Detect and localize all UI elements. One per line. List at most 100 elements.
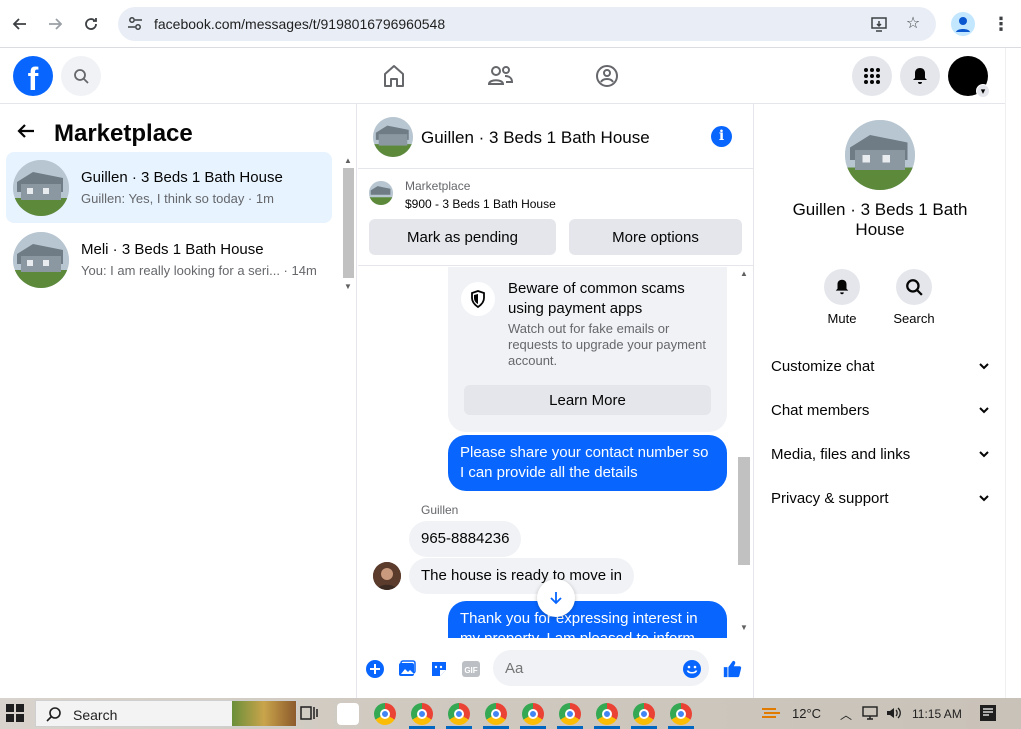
mute-button[interactable]: Mute (812, 269, 872, 326)
marketplace-label: Marketplace (405, 179, 471, 193)
search-highlight-image (232, 701, 296, 726)
chrome-icon[interactable] (485, 703, 507, 725)
app-icon[interactable] (337, 703, 359, 725)
facebook-logo[interactable]: f (13, 56, 53, 96)
bell-icon[interactable] (824, 269, 860, 305)
search-icon (46, 707, 61, 722)
search-label: Search (893, 311, 935, 326)
svg-text:GIF: GIF (464, 666, 477, 675)
page-scrollbar[interactable] (1005, 48, 1021, 698)
message-bubble-incoming[interactable]: 965-8884236 (409, 521, 522, 557)
photo-icon[interactable] (397, 659, 417, 679)
media-files-links-row[interactable]: Media, files and links (771, 442, 991, 466)
gif-icon[interactable]: GIF (461, 659, 481, 679)
chrome-icon[interactable] (374, 703, 396, 725)
chrome-icon[interactable] (596, 703, 618, 725)
chevron-down-icon (979, 451, 989, 458)
chevron-down-icon (979, 407, 989, 414)
info-icon[interactable]: i (711, 126, 732, 147)
chrome-icon[interactable] (633, 703, 655, 725)
notification-center-icon[interactable] (980, 705, 996, 721)
chrome-icon[interactable] (411, 703, 433, 725)
scrollbar-thumb[interactable] (738, 457, 750, 565)
message-bubble-outgoing[interactable]: Please share your contact number so I ca… (448, 435, 727, 491)
chat-scrollbar[interactable]: ▲ ▼ (736, 267, 752, 638)
network-icon[interactable] (862, 705, 878, 721)
reload-icon[interactable] (79, 12, 103, 36)
install-app-icon[interactable] (870, 15, 888, 33)
learn-more-button[interactable]: Learn More (464, 385, 711, 415)
chat-members-row[interactable]: Chat members (771, 398, 991, 422)
search-in-conversation-button[interactable]: Search (884, 269, 944, 326)
forward-icon[interactable] (43, 12, 67, 36)
back-arrow-icon[interactable] (16, 121, 40, 147)
message-bubble-outgoing[interactable]: Thank you for expressing interest in my … (448, 601, 727, 638)
search-icon[interactable] (61, 56, 101, 96)
scrollbar-thumb[interactable] (343, 168, 354, 278)
chrome-icon[interactable] (522, 703, 544, 725)
message-bubble-incoming[interactable]: The house is ready to move in (409, 558, 634, 594)
chrome-icon[interactable] (559, 703, 581, 725)
back-icon[interactable] (8, 12, 32, 36)
house-thumbnail (13, 160, 69, 216)
chat-title[interactable]: Guillen · 3 Beds 1 Bath House (421, 128, 650, 148)
conversation-item[interactable]: Guillen · 3 Beds 1 Bath House Guillen: Y… (6, 152, 332, 223)
scroll-to-bottom-button[interactable] (537, 579, 575, 617)
windows-taskbar: Search 12°C ︿ 11:15 AM (0, 698, 1021, 729)
chevron-down-icon[interactable]: ▾ (976, 84, 990, 98)
site-settings-icon[interactable] (126, 15, 144, 33)
customize-chat-row[interactable]: Customize chat (771, 354, 991, 378)
account-avatar[interactable]: ▾ (948, 56, 990, 98)
row-label: Customize chat (771, 357, 875, 375)
groups-icon[interactable] (591, 60, 623, 92)
notifications-bell-icon[interactable] (900, 56, 940, 96)
search-icon[interactable] (896, 269, 932, 305)
chat-avatar[interactable] (373, 117, 413, 157)
scroll-down-icon[interactable]: ▼ (344, 282, 352, 291)
scroll-up-icon[interactable]: ▲ (740, 269, 748, 278)
listing-title[interactable]: $900 - 3 Beds 1 Bath House (405, 197, 556, 211)
menu-grid-icon[interactable] (852, 56, 892, 96)
add-icon[interactable] (365, 659, 385, 679)
friends-icon[interactable] (484, 60, 516, 92)
task-view-icon[interactable] (300, 704, 318, 722)
url-text[interactable]: facebook.com/messages/t/9198016796960548 (154, 16, 445, 32)
like-thumb-icon[interactable] (722, 659, 742, 679)
more-options-button[interactable]: More options (569, 219, 742, 255)
browser-menu-icon[interactable]: ⋮ (992, 12, 1010, 36)
temperature[interactable]: 12°C (792, 706, 821, 721)
conversation-item[interactable]: Meli · 3 Beds 1 Bath House You: I am rea… (6, 224, 332, 295)
chrome-icon[interactable] (670, 703, 692, 725)
windows-start-icon[interactable] (6, 704, 24, 722)
chat-header: Guillen · 3 Beds 1 Bath House i (358, 104, 754, 169)
conversation-name: Guillen · 3 Beds 1 Bath House (792, 200, 968, 239)
clock[interactable]: 11:15 AM (912, 707, 962, 721)
scrollbar[interactable]: ▲ ▼ (340, 154, 356, 296)
scroll-up-icon[interactable]: ▲ (344, 156, 352, 165)
taskbar-search[interactable]: Search (35, 700, 297, 727)
volume-icon[interactable] (885, 705, 901, 721)
sticker-icon[interactable] (429, 659, 449, 679)
message-sender-name: Guillen (421, 503, 459, 517)
chrome-icon[interactable] (448, 703, 470, 725)
scroll-down-icon[interactable]: ▼ (740, 623, 748, 632)
listing-thumbnail[interactable] (369, 181, 393, 205)
weather-icon[interactable] (760, 704, 782, 722)
address-bar[interactable]: facebook.com/messages/t/9198016796960548… (118, 7, 936, 41)
conversation-snippet: You: I am really looking for a seri... ·… (81, 263, 317, 278)
emoji-icon[interactable] (682, 659, 702, 679)
mark-as-pending-button[interactable]: Mark as pending (369, 219, 556, 255)
facebook-header: f ▾ (0, 48, 1005, 104)
bookmark-star-icon[interactable]: ☆ (904, 15, 922, 33)
row-label: Chat members (771, 401, 870, 419)
message-input[interactable] (493, 650, 709, 686)
panel-header: Marketplace (16, 118, 193, 150)
home-icon[interactable] (378, 60, 410, 92)
sender-avatar[interactable] (373, 562, 401, 590)
privacy-support-row[interactable]: Privacy & support (771, 486, 991, 510)
profile-icon[interactable] (951, 12, 975, 36)
conversation-list-panel: Marketplace Guillen · 3 Beds 1 Bath Hous… (0, 104, 357, 698)
taskbar-search-label: Search (73, 707, 118, 723)
chevron-up-icon[interactable]: ︿ (840, 706, 852, 723)
profile-photo[interactable] (845, 120, 915, 190)
